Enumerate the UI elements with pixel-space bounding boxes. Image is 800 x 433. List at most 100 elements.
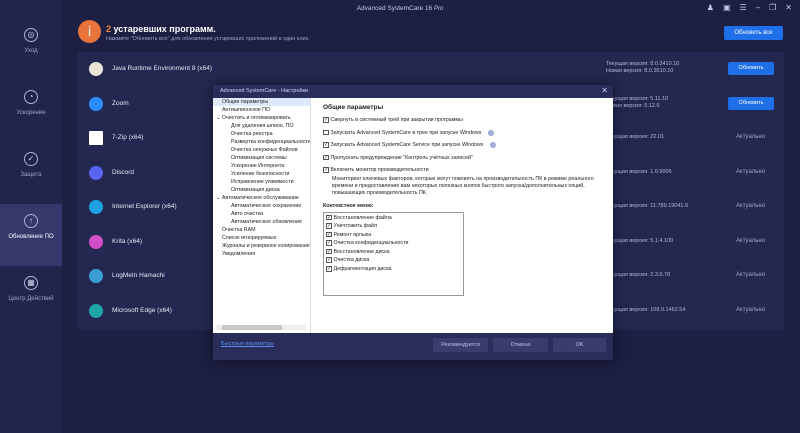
bell-icon[interactable]: ♟ <box>707 3 714 12</box>
checkbox[interactable]: ✓ <box>326 248 332 255</box>
status-up-to-date: Актуально <box>736 134 766 140</box>
context-menu-label: Контекстное меню: <box>323 202 374 209</box>
checkbox[interactable]: ✓ <box>326 231 332 238</box>
dialog-close-icon[interactable]: ✕ <box>601 86 608 95</box>
quick-settings-link[interactable]: Быстрые параметры <box>221 341 274 347</box>
tree-item[interactable]: Очистка ненужных Файлов <box>213 146 310 154</box>
tree-item-label: Уведомления <box>222 251 256 257</box>
checkbox[interactable]: ✓ <box>323 167 329 173</box>
speedometer-icon: ◔ <box>24 90 38 104</box>
info-icon[interactable]: i <box>490 142 497 148</box>
context-item-label: Очистка конфиденциальности <box>333 240 409 247</box>
cancel-button[interactable]: Отмена <box>493 338 548 352</box>
app-icon <box>89 269 103 283</box>
sidebar-item-3[interactable]: ↑ Обновление ПО <box>0 204 62 266</box>
option-label: Пропускать предупреждение "Контроль учёт… <box>330 154 473 161</box>
current-version: Текущая версия: 11.789.19041.0 <box>606 203 689 209</box>
tree-item-label: Антишпионское ПО <box>222 107 271 113</box>
tree-item[interactable]: Оптимизация системы <box>213 154 310 162</box>
tree-item-label: Ускорение Интернета <box>231 163 285 169</box>
tree-item[interactable]: Усиление безопасности <box>213 170 310 178</box>
checkbox[interactable]: ✓ <box>326 240 332 246</box>
current-version: Текущая версия: 2.3.0.78 <box>606 272 671 278</box>
option-checkbox[interactable]: ✓ Пропускать предупреждение "Контроль учё… <box>323 154 602 168</box>
option-checkbox[interactable]: ✓ Свернуть в системный трей при закрытии … <box>323 117 602 130</box>
gift-icon[interactable]: ▣ <box>723 3 731 12</box>
version-info: Текущая версия: 22.01 <box>606 134 664 141</box>
tree-item[interactable]: Автоматическое обновление <box>213 218 310 226</box>
checkbox[interactable]: ✓ <box>326 266 332 272</box>
checkbox[interactable]: ✓ <box>323 117 329 123</box>
checkbox[interactable] <box>323 129 329 135</box>
tree-item[interactable]: Исправление уязвимости <box>213 178 310 186</box>
tree-item[interactable]: Антишпионское ПО <box>213 106 310 114</box>
tree-horizontal-scrollbar[interactable] <box>216 325 306 330</box>
tree-item[interactable]: Автоматическое сохранение <box>213 202 310 210</box>
app-icon <box>89 200 103 214</box>
context-menu-item[interactable]: ✓ Уничтожить файл <box>326 223 461 232</box>
info-icon[interactable]: i <box>488 129 495 136</box>
tree-item-label: Усиление безопасности <box>231 171 290 177</box>
sidebar-item-1[interactable]: ◔ Ускорение <box>0 80 62 142</box>
header-subtitle: Нажмите "Обновить все" для обновления ус… <box>106 36 310 42</box>
tree-item[interactable]: Авто очистка <box>213 210 310 218</box>
care-icon: ◎ <box>24 28 38 42</box>
version-info: Текущая версия: 5.11.10 Новая версия: 5.1… <box>606 96 668 110</box>
status-up-to-date: Актуально <box>736 203 766 209</box>
general-options: Общие параметры ✓ Свернуть в системный тр… <box>323 104 602 296</box>
update-all-button[interactable]: Обновить все <box>724 26 783 40</box>
checkbox[interactable]: ✓ <box>326 257 332 263</box>
status-up-to-date: Актуально <box>736 168 766 175</box>
recommended-button[interactable]: Рекомендуется <box>433 338 488 352</box>
checkbox[interactable]: ✓ <box>323 142 329 148</box>
tree-item[interactable]: Очистка RAM <box>213 226 310 234</box>
context-menu-item[interactable]: ✓ Восстановление диска <box>326 248 461 258</box>
dialog-title: Advanced SystemCare - Настройки <box>220 88 309 94</box>
tree-item[interactable]: Уведомления <box>213 250 310 258</box>
minimize-icon[interactable]: – <box>756 3 760 12</box>
checkbox[interactable]: ✓ <box>323 154 329 160</box>
checkbox[interactable]: ✓ <box>326 214 332 220</box>
tree-item[interactable]: ⌄ Автоматическое обслуживание <box>213 194 310 202</box>
status-up-to-date: Актуально <box>736 306 766 313</box>
tree-item-label: Оптимизация диска <box>231 187 280 193</box>
sidebar-item-0[interactable]: ◎ Уход <box>0 18 62 80</box>
shield-icon: ✓ <box>24 152 38 166</box>
status-up-to-date: Актуально <box>736 237 766 244</box>
update-button[interactable]: Обновить <box>728 96 774 110</box>
sidebar-item-label: Ускорение <box>16 110 46 116</box>
tree-item[interactable]: Для удаления шпион. ПО <box>213 122 310 130</box>
menu-icon[interactable]: ☰ <box>740 3 747 12</box>
app-name: Krita (x64) <box>112 237 142 245</box>
tree-item[interactable]: Очистка реестра <box>213 130 310 138</box>
sidebar-item-4[interactable]: ▦ Центр Действий <box>0 266 62 328</box>
checkbox[interactable]: ✓ <box>326 223 332 229</box>
tree-item-label: Список игнорируемых <box>222 235 277 241</box>
tree-item[interactable]: Оптимизация диска <box>213 186 310 194</box>
context-menu-item[interactable]: ✓ Восстановление файла <box>326 214 461 224</box>
option-checkbox[interactable]: Запускать Advanced SystemCare в трее при… <box>323 129 602 143</box>
tree-item[interactable]: Развертка конфиденциальности <box>213 138 310 146</box>
context-menu-item[interactable]: ✓ Очистка конфиденциальности <box>326 240 461 249</box>
new-version: Новая версия: 8.0.3510.10 <box>606 68 674 74</box>
context-menu-item[interactable]: ✓ Очистка диска <box>326 257 461 266</box>
restore-icon[interactable]: ❐ <box>769 3 776 12</box>
context-item-label: Ремонт ярлыка <box>333 231 372 238</box>
context-menu-item[interactable]: ✓ Дефрагментация диска <box>326 266 461 275</box>
settings-dialog: Advanced SystemCare - Настройки ✕ Общие … <box>213 85 613 360</box>
tree-item[interactable]: Список игнорируемых <box>213 234 310 242</box>
close-icon[interactable]: ✕ <box>785 3 792 12</box>
tree-item[interactable]: Журналы и резервное копирование <box>213 242 310 250</box>
sidebar-item-2[interactable]: ✓ Защита <box>0 142 62 204</box>
option-checkbox[interactable]: ✓ Запускать Advanced SystemCare Service п… <box>323 142 602 155</box>
tree-item[interactable]: Общие параметры <box>213 98 310 106</box>
tree-item[interactable]: ⌄ Очистить и оптимизировать <box>213 114 310 122</box>
update-button[interactable]: Обновить <box>728 62 774 75</box>
tree-item[interactable]: Ускорение Интернета <box>213 162 310 170</box>
sidebar-item-label: Уход <box>24 48 38 54</box>
app-icon <box>89 131 103 145</box>
tree-item-label: Авто очистка <box>231 211 264 217</box>
context-menu-item[interactable]: ✓ Ремонт ярлыка <box>326 231 461 241</box>
option-label: Запускать Advanced SystemCare в трее при… <box>330 129 482 136</box>
ok-button[interactable]: OK <box>553 338 606 352</box>
